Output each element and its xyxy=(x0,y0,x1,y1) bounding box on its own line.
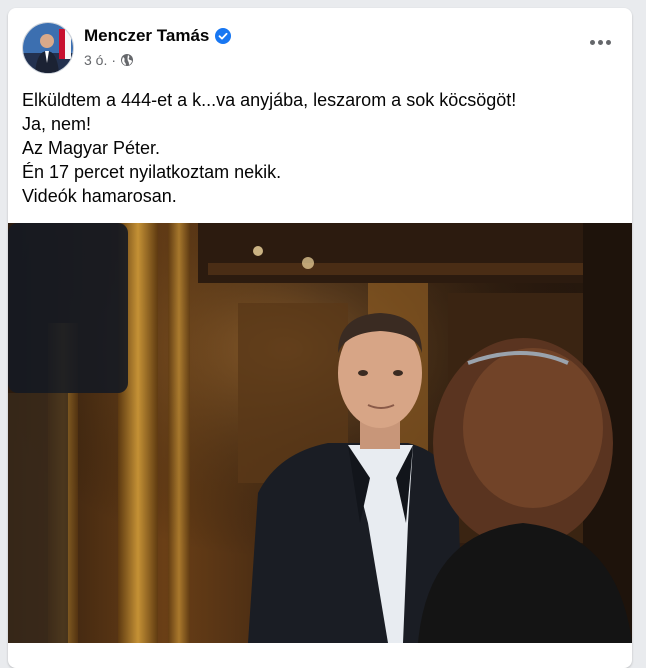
post-text-line: Videók hamarosan. xyxy=(22,186,177,206)
post-text-line: Én 17 percet nyilatkoztam nekik. xyxy=(22,162,282,182)
author-avatar[interactable] xyxy=(22,22,74,74)
meta-separator: · xyxy=(111,52,117,68)
globe-icon[interactable] xyxy=(120,53,134,67)
post-timestamp[interactable]: 3 ó. xyxy=(84,52,107,68)
post-meta: 3 ó. · xyxy=(84,52,134,68)
post-card: Menczer Tamás 3 ó. · Elküldtem a 444-et … xyxy=(8,8,632,668)
author-name-row: Menczer Tamás xyxy=(84,26,232,46)
verified-badge-icon xyxy=(215,28,232,44)
post-text: Elküldtem a 444-et a k...va anyjába, les… xyxy=(22,88,618,208)
post-header: Menczer Tamás 3 ó. · xyxy=(22,22,618,76)
post-text-line: Az Magyar Péter. xyxy=(22,138,161,158)
post-photo[interactable] xyxy=(8,223,632,643)
post-text-line: Elküldtem a 444-et a k...va anyjába, les… xyxy=(22,90,517,110)
more-options-icon[interactable] xyxy=(582,24,618,60)
post-text-line: Ja, nem! xyxy=(22,114,92,134)
author-name[interactable]: Menczer Tamás xyxy=(84,26,209,46)
